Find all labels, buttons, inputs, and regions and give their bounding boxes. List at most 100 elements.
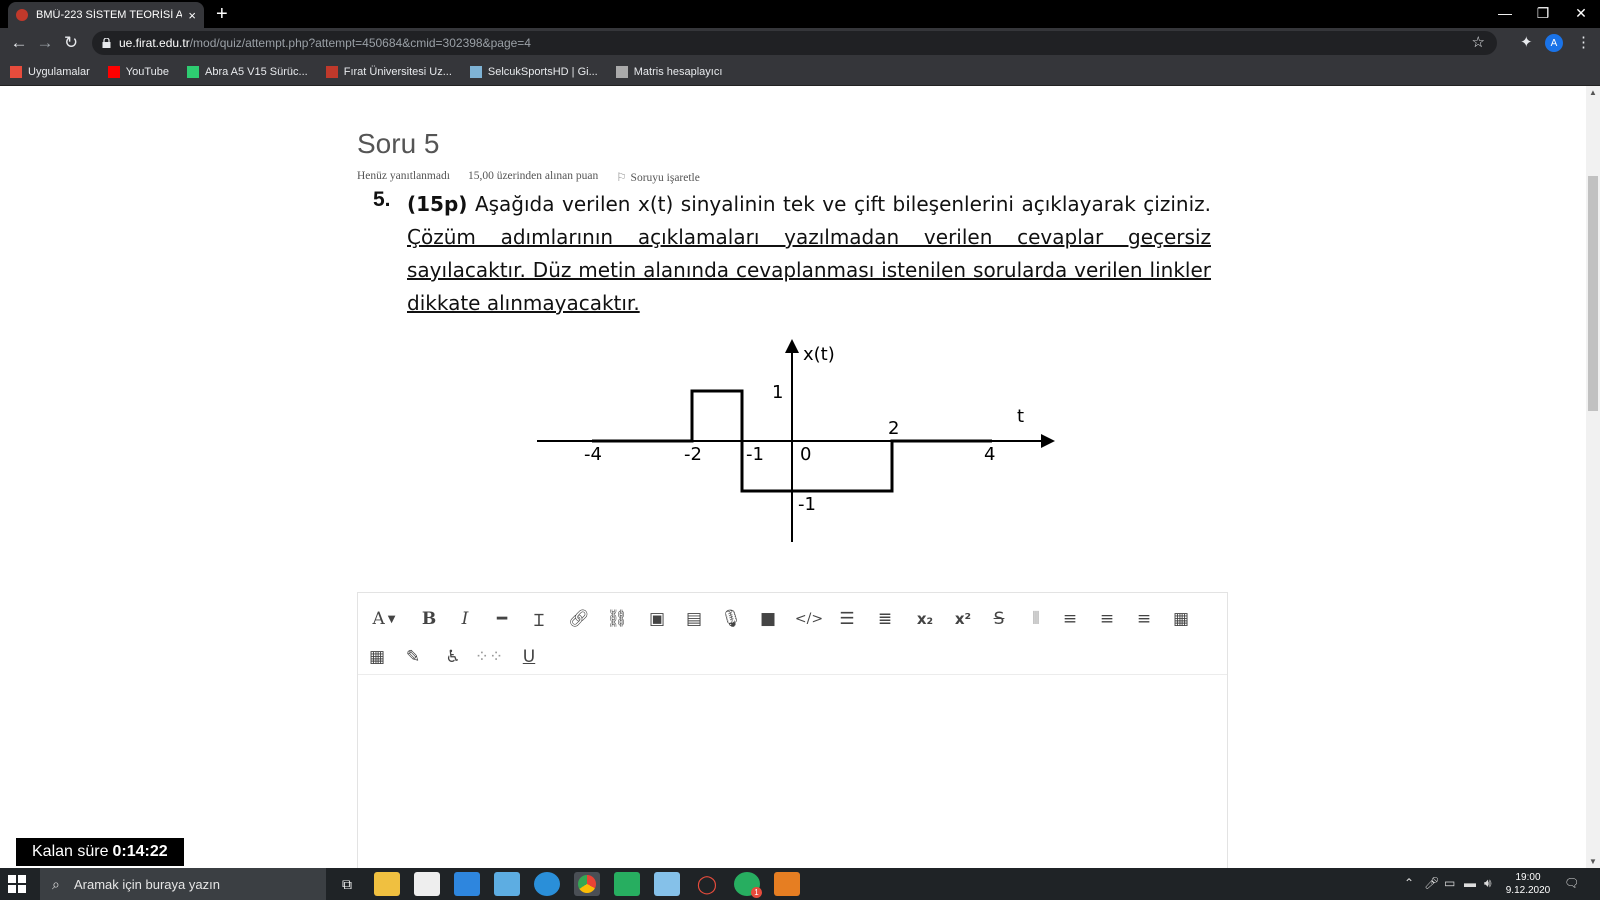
microphone-icon[interactable]: 🎙︎ (716, 605, 746, 633)
tray-chevron-icon[interactable]: ⌃ (1404, 876, 1414, 890)
level-label-1: 1 (772, 382, 783, 403)
lock-icon (102, 38, 111, 48)
unlink-icon[interactable]: ⛓︎ (602, 605, 632, 633)
text-cursor-icon[interactable]: Ɪ (524, 605, 554, 633)
bookmark-item[interactable]: YouTube (107, 65, 169, 78)
flag-question-link[interactable]: ⚐ Soruyu işaretle (616, 170, 700, 184)
edge-icon[interactable] (534, 872, 560, 896)
page-scrollbar[interactable]: ▲ ▼ (1586, 86, 1600, 868)
app-icon-blue[interactable] (494, 872, 520, 896)
scrollbar-thumb[interactable] (1588, 176, 1598, 411)
timer-value: 0:14:22 (112, 843, 168, 860)
opera-icon[interactable]: ◯ (694, 872, 720, 896)
store-icon[interactable] (414, 872, 440, 896)
menu-icon[interactable]: ⋮ (1576, 33, 1591, 53)
task-view-icon[interactable]: ⧉ (334, 872, 360, 896)
bookmark-label: Abra A5 V15 Sürüc... (204, 65, 308, 78)
quiz-page: Soru 5 Henüz yanıtlanmadı 15,00 üzerinde… (0, 86, 1586, 868)
network-icon[interactable]: ▭ (1444, 876, 1455, 890)
edit-icon[interactable]: ✎ (398, 643, 428, 671)
special-chars-icon[interactable]: ⁘⁘ (474, 643, 504, 671)
x-tick-label: 4 (984, 444, 995, 465)
x-tick-label: -1 (746, 444, 764, 465)
image-icon[interactable]: ▣ (642, 605, 672, 633)
superscript-button[interactable]: x² (948, 605, 978, 633)
tab-close-icon[interactable]: × (188, 8, 196, 23)
media-icon[interactable]: ▤ (679, 605, 709, 633)
site-favicon-icon (16, 9, 28, 21)
bookmark-favicon-icon (325, 65, 338, 78)
bookmark-star-icon[interactable]: ☆ (1472, 33, 1485, 51)
bookmark-item[interactable]: Uygulamalar (10, 65, 90, 78)
profile-avatar[interactable]: A (1545, 34, 1563, 52)
new-tab-button[interactable]: + (216, 3, 228, 25)
app-icon-green[interactable] (614, 872, 640, 896)
signal-plot: x(t) t 1 2 -1 -4 -2 -1 0 4 (537, 339, 1055, 542)
restore-icon[interactable]: ❐ (1528, 2, 1558, 24)
browser-tab[interactable]: BMÜ-223 SİSTEM TEORİSİ ARASI × (8, 2, 204, 28)
notifications-icon[interactable]: 🗨︎ (1564, 876, 1579, 890)
file-explorer-icon[interactable] (374, 872, 400, 896)
app-icon-cube[interactable] (654, 872, 680, 896)
window-close-icon[interactable]: ✕ (1566, 2, 1596, 24)
italic-button[interactable]: I (450, 605, 480, 633)
question-text: (15p) Aşağıda verilen x(t) sinyalinin te… (407, 188, 1211, 320)
clock-time: 19:00 (1515, 872, 1541, 883)
mail-icon[interactable] (454, 872, 480, 896)
strikethrough-icon[interactable]: S (984, 605, 1014, 633)
whatsapp-icon[interactable]: 1 (734, 872, 762, 898)
timer-label: Kalan süre (32, 843, 109, 860)
address-bar[interactable]: ue.firat.edu.tr/mod/quiz/attempt.php?att… (92, 31, 1497, 55)
bookmark-item[interactable]: Matris hesaplayıcı (615, 65, 723, 78)
y-axis-label: x(t) (803, 344, 835, 365)
browser-tab-bar: BMÜ-223 SİSTEM TEORİSİ ARASI × + — ❐ ✕ (0, 0, 1600, 28)
bookmark-item[interactable]: SelcukSportsHD | Gi... (469, 65, 598, 78)
windows-start-icon[interactable] (8, 875, 26, 893)
bookmark-item[interactable]: Abra A5 V15 Sürüc... (186, 65, 308, 78)
horizontal-rule-icon[interactable]: ━ (487, 605, 517, 633)
video-icon[interactable]: ■ (753, 605, 783, 633)
x-tick-label: 0 (800, 444, 811, 465)
align-right-icon[interactable]: ≡ (1129, 605, 1159, 633)
taskbar-clock[interactable]: 19:00 9.12.2020 (1504, 871, 1552, 897)
back-icon[interactable]: ← (8, 32, 30, 54)
flag-icon: ⚐ (616, 172, 627, 184)
bold-button[interactable]: B (414, 605, 444, 633)
link-icon[interactable]: 🔗︎ (564, 605, 594, 633)
underline-button[interactable]: U (514, 643, 544, 671)
table-icon[interactable]: ▦ (1166, 605, 1196, 633)
minimize-icon[interactable]: — (1490, 2, 1520, 24)
volume-icon[interactable]: 🔊︎ (1484, 876, 1492, 891)
remaining-time: Kalan süre 0:14:22 (16, 838, 184, 866)
question-points-tag: (15p) (407, 192, 468, 216)
discord-icon[interactable] (774, 872, 800, 896)
font-style-button[interactable]: A ▼ (364, 605, 404, 633)
calculator-icon[interactable]: ▦ (362, 643, 392, 671)
scroll-up-icon[interactable]: ▲ (1589, 88, 1597, 97)
bullet-list-icon[interactable]: ☰ (832, 605, 862, 633)
reload-icon[interactable]: ↻ (60, 32, 82, 54)
forward-icon[interactable]: → (34, 32, 56, 54)
bookmarks-bar: Uygulamalar YouTube Abra A5 V15 Sürüc... Fı… (0, 58, 1600, 86)
bookmark-label: Matris hesaplayıcı (633, 65, 723, 78)
align-center-icon[interactable]: ≡ (1092, 605, 1122, 633)
scroll-down-icon[interactable]: ▼ (1589, 857, 1597, 866)
microphone-tray-icon[interactable]: 🎤︎ (1424, 876, 1439, 890)
chrome-icon[interactable] (574, 872, 600, 896)
bookmark-label: Uygulamalar (28, 65, 90, 78)
columns-icon[interactable]: ⦀ (1021, 605, 1051, 633)
taskbar-search[interactable]: ⌕ Aramak için buraya yazın (40, 868, 326, 900)
numbered-list-icon[interactable]: ≣ (870, 605, 900, 633)
url-domain: ue.firat.edu.tr (119, 36, 190, 50)
code-icon[interactable]: </> (794, 605, 824, 633)
clock-date: 9.12.2020 (1505, 885, 1551, 896)
extensions-icon[interactable]: ✦ (1520, 33, 1533, 53)
battery-icon[interactable]: ▬ (1464, 876, 1476, 890)
subscript-button[interactable]: x₂ (910, 605, 940, 633)
browser-toolbar: ← → ↻ ue.firat.edu.tr/mod/quiz/attempt.p… (0, 28, 1600, 58)
answer-text-area[interactable] (358, 675, 1227, 868)
align-left-icon[interactable]: ≡ (1055, 605, 1085, 633)
bookmark-item[interactable]: Fırat Üniversitesi Uz... (325, 65, 452, 78)
question-number: 5. (373, 188, 391, 211)
accessibility-icon[interactable]: ♿︎ (438, 643, 468, 671)
